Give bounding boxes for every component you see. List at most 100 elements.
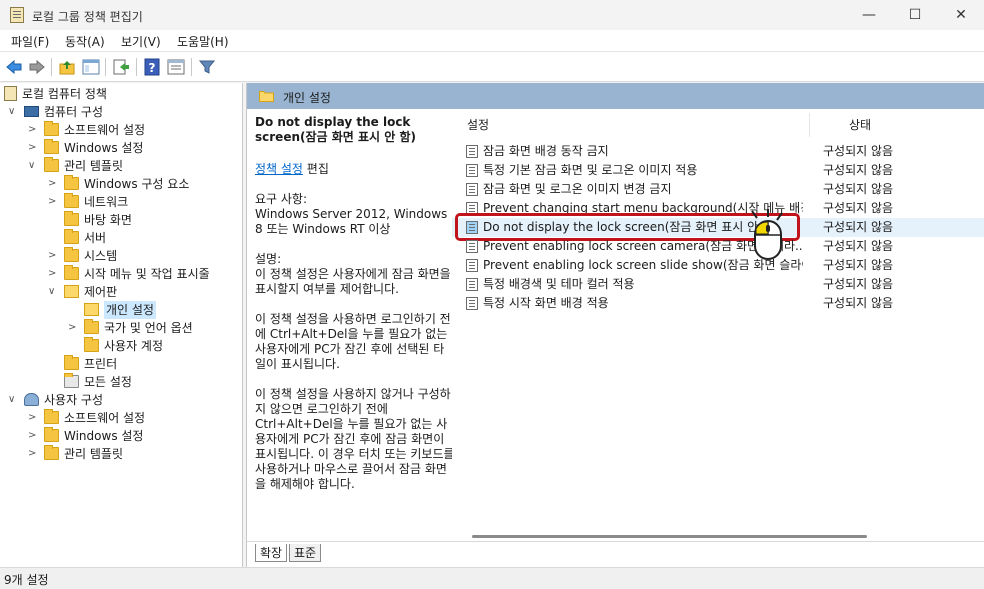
tab-extended[interactable]: 확장 — [255, 544, 288, 562]
setting-name: 특정 시작 화면 배경 적용 — [483, 296, 609, 310]
chevron-down-icon[interactable]: ∨ — [28, 157, 38, 175]
computer-icon — [24, 106, 39, 117]
folder-icon — [64, 355, 79, 370]
folder-icon — [44, 409, 59, 424]
chevron-right-icon[interactable]: > — [28, 409, 38, 427]
folder-icon — [84, 319, 99, 334]
policy-setting-icon — [466, 240, 478, 253]
chevron-right-icon[interactable]: > — [48, 265, 58, 283]
menu-view[interactable]: 보기(V) — [121, 33, 161, 50]
description-paragraph-1: 이 정책 설정은 사용자에게 잠금 화면을 표시할지 여부를 제어합니다. — [255, 267, 451, 296]
chevron-right-icon[interactable]: > — [48, 247, 58, 265]
forward-arrow-icon[interactable] — [28, 58, 46, 76]
extended-description: Do not display the lock screen(잠금 화면 표시 … — [255, 115, 455, 492]
tab-standard[interactable]: 표준 — [289, 544, 322, 562]
column-divider[interactable] — [809, 113, 810, 137]
folder-icon — [259, 91, 274, 102]
folder-icon — [64, 229, 79, 244]
setting-state: 구성되지 않음 — [823, 201, 894, 215]
window-title: 로컬 그룹 정책 편집기 — [32, 10, 143, 24]
view-tabs: 확장 표준 — [247, 541, 984, 567]
properties-icon[interactable] — [167, 58, 185, 76]
setting-row[interactable]: Prevent enabling lock screen camera(잠금 화… — [452, 237, 984, 256]
setting-row[interactable]: 특정 배경색 및 테마 컬러 적용 구성되지 않음 — [452, 275, 984, 294]
setting-row[interactable]: 특정 기본 잠금 화면 및 로그온 이미지 적용 구성되지 않음 — [452, 161, 984, 180]
menu-bar: 파일(F) 동작(A) 보기(V) 도움말(H) — [0, 30, 984, 52]
folder-open-icon — [64, 285, 79, 298]
tree-item-label: 로컬 컴퓨터 정책 — [22, 87, 107, 101]
setting-state: 구성되지 않음 — [823, 277, 894, 291]
help-icon[interactable]: ? — [143, 58, 161, 76]
tree-pane: 로컬 컴퓨터 정책 ∨ 컴퓨터 구성 > 소프트웨어 설정 > Windows 설정 ∨ 관리 … — [0, 83, 243, 567]
tree-item-label: Windows 구성 요소 — [84, 177, 190, 191]
folder-icon — [44, 427, 59, 442]
status-text: 9개 설정 — [4, 573, 49, 587]
policy-icon — [4, 86, 17, 101]
horizontal-scrollbar[interactable] — [472, 535, 867, 538]
setting-row[interactable]: Prevent enabling lock screen slide show(… — [452, 256, 984, 275]
column-header-setting[interactable]: 설정 — [467, 113, 489, 137]
tree-item-label: 바탕 화면 — [84, 213, 132, 227]
close-button[interactable]: ✕ — [938, 0, 984, 30]
folder-icon — [84, 337, 99, 352]
setting-state: 구성되지 않음 — [823, 220, 894, 234]
folder-icon — [64, 247, 79, 262]
toolbar-separator — [105, 58, 106, 76]
menu-action[interactable]: 동작(A) — [65, 33, 105, 50]
minimize-button[interactable]: — — [846, 0, 892, 30]
setting-row[interactable]: 특정 시작 화면 배경 적용 구성되지 않음 — [452, 294, 984, 313]
all-settings-icon — [64, 373, 79, 388]
description-title: Do not display the lock screen(잠금 화면 표시 … — [255, 115, 416, 144]
chevron-down-icon[interactable]: ∨ — [8, 103, 18, 121]
chevron-right-icon[interactable]: > — [28, 139, 38, 157]
policy-setting-icon — [466, 183, 478, 196]
chevron-right-icon[interactable]: > — [28, 121, 38, 139]
show-hide-tree-icon[interactable] — [82, 58, 100, 76]
column-header-state[interactable]: 상태 — [849, 113, 871, 137]
mouse-click-icon — [751, 209, 783, 260]
policy-setting-icon — [466, 164, 478, 177]
export-list-icon[interactable] — [112, 58, 130, 76]
menu-help[interactable]: 도움말(H) — [177, 33, 229, 50]
requirements-text: Windows Server 2012, Windows 8 또는 Window… — [255, 207, 448, 236]
details-header-title: 개인 설정 — [283, 91, 331, 105]
toolbar-separator — [191, 58, 192, 76]
chevron-right-icon[interactable]: > — [28, 445, 38, 463]
back-arrow-icon[interactable] — [5, 58, 23, 76]
setting-state: 구성되지 않음 — [823, 258, 894, 272]
tree-item-label: 서버 — [84, 231, 107, 245]
tree-item-label: 모든 설정 — [84, 375, 132, 389]
setting-name: 특정 기본 잠금 화면 및 로그온 이미지 적용 — [483, 163, 698, 177]
description-paragraph-3: 이 정책 설정을 사용하지 않거나 구성하지 않으면 로그인하기 전에 Ctrl… — [255, 387, 455, 491]
setting-state: 구성되지 않음 — [823, 163, 894, 177]
menu-file[interactable]: 파일(F) — [11, 33, 49, 50]
chevron-down-icon[interactable]: ∨ — [48, 283, 58, 301]
chevron-right-icon[interactable]: > — [48, 193, 58, 211]
tree-item-label: 개인 설정 — [104, 301, 156, 319]
maximize-button[interactable]: ☐ — [892, 0, 938, 30]
user-icon — [24, 393, 39, 406]
requirements-label: 요구 사항: — [255, 192, 308, 206]
up-folder-icon[interactable] — [58, 58, 76, 76]
tree-item-label: 사용자 계정 — [104, 339, 164, 353]
chevron-down-icon[interactable]: ∨ — [8, 391, 18, 409]
title-bar: 로컬 그룹 정책 편집기 — ☐ ✕ — [0, 0, 984, 30]
tree-item-label: Windows 설정 — [64, 141, 144, 155]
folder-icon — [64, 193, 79, 208]
toolbar-separator — [136, 58, 137, 76]
folder-icon — [64, 265, 79, 280]
filter-icon[interactable] — [198, 58, 216, 76]
tree-item-label: 제어판 — [84, 285, 118, 299]
toolbar: ? — [0, 52, 984, 82]
folder-icon — [44, 157, 59, 172]
toolbar-separator — [51, 58, 52, 76]
edit-policy-link[interactable]: 정책 설정 — [255, 162, 303, 176]
setting-row[interactable]: 잠금 화면 및 로그온 이미지 변경 금지 구성되지 않음 — [452, 180, 984, 199]
setting-state: 구성되지 않음 — [823, 182, 894, 196]
chevron-right-icon[interactable]: > — [28, 427, 38, 445]
tree-item-label: 관리 템플릿 — [64, 159, 124, 173]
chevron-right-icon[interactable]: > — [48, 175, 58, 193]
chevron-right-icon[interactable]: > — [68, 319, 78, 337]
setting-row[interactable]: 잠금 화면 배경 동작 금지 구성되지 않음 — [452, 142, 984, 161]
folder-open-icon — [84, 303, 99, 316]
